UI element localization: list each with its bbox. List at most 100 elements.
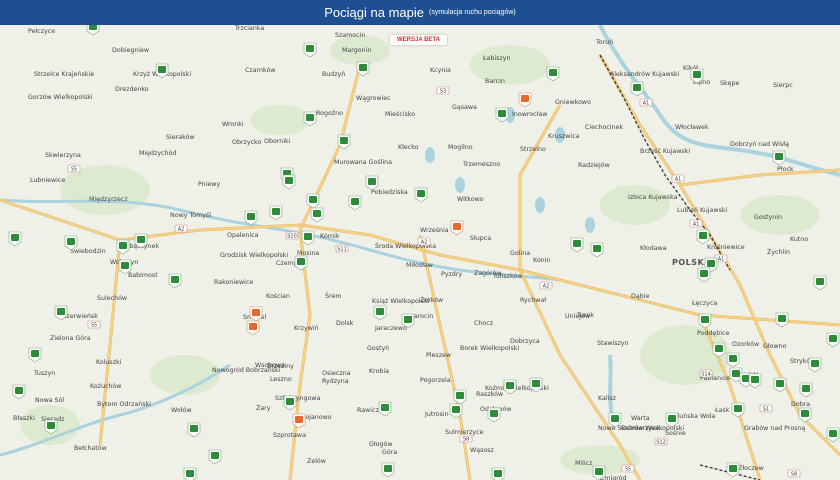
- place-label: Jaraczewo: [374, 325, 407, 332]
- place-label: Głowno: [763, 343, 787, 350]
- place-label: Kożuchów: [90, 382, 121, 390]
- place-label: Aleksandrów Kujawski: [610, 70, 680, 78]
- place-label: Ciechocinek: [585, 124, 623, 131]
- place-label: Konin: [533, 257, 550, 264]
- route-shield: S8: [787, 469, 801, 478]
- place-label: Poddębice: [697, 330, 730, 337]
- svg-text:S11: S11: [337, 247, 347, 253]
- place-label: Opalenica: [227, 232, 259, 239]
- map-land: [0, 25, 840, 480]
- svg-text:S5: S5: [71, 167, 77, 173]
- svg-text:A2: A2: [543, 284, 550, 290]
- place-label: Sieraków: [166, 133, 195, 141]
- place-label: Płock: [777, 166, 794, 173]
- svg-text:S3: S3: [440, 89, 446, 95]
- forest-area: [150, 355, 220, 395]
- place-label: Słupca: [470, 235, 491, 242]
- app-header: Pociągi na mapie (symulacja ruchu pociąg…: [0, 0, 840, 25]
- place-label: Miłosław: [406, 262, 433, 269]
- place-label: Błaszki: [13, 415, 35, 422]
- svg-text:A1: A1: [643, 101, 650, 107]
- place-label: Rogoźno: [316, 109, 343, 117]
- place-label: Wschowa: [255, 362, 285, 369]
- place-label: Sulechów: [97, 294, 127, 302]
- place-label: Murowana Goślina: [334, 158, 392, 166]
- place-label: Tuszyn: [33, 370, 55, 377]
- lake: [535, 197, 545, 213]
- place-label: Chocz: [474, 320, 494, 327]
- place-label: Kościan: [266, 292, 290, 300]
- place-label: Ozorków: [732, 340, 759, 348]
- svg-text:S8: S8: [791, 472, 797, 478]
- train-marker[interactable]: [491, 467, 505, 480]
- svg-text:S8: S8: [463, 437, 469, 443]
- place-label: Radziejów: [578, 161, 610, 169]
- place-label: Koluszki: [96, 359, 122, 366]
- place-label: Jarocin: [411, 313, 433, 320]
- place-label: Rakoniewice: [214, 279, 253, 286]
- route-shield: A1: [671, 174, 685, 183]
- place-label: Zelów: [307, 457, 326, 465]
- place-label: Wronki: [222, 121, 244, 128]
- place-label: Szlichtyngowa: [275, 395, 320, 402]
- lake-jeziorsko: [608, 354, 614, 416]
- forest-area: [250, 105, 310, 135]
- route-shield: A1: [639, 98, 653, 107]
- place-label: Trzcianka: [234, 25, 264, 32]
- train-marker[interactable]: [183, 467, 197, 480]
- place-label: Śrem: [325, 291, 341, 300]
- place-label: Golina: [510, 250, 530, 257]
- svg-text:S12: S12: [656, 440, 666, 446]
- place-label: Nowe Skalmierzyce: [598, 425, 660, 432]
- route-shield: A2: [539, 281, 553, 290]
- place-label: Dobrzyca: [510, 338, 540, 345]
- place-label: Łęczyca: [691, 300, 717, 307]
- place-label: Międzychód: [139, 149, 176, 157]
- place-label: Międzyrzecz: [89, 196, 128, 203]
- place-label: Bojanowo: [301, 414, 332, 421]
- place-label: Kłecko: [398, 144, 419, 151]
- place-label: Września: [420, 226, 449, 234]
- beta-badge: WERSJA BETA: [390, 35, 448, 45]
- place-label: Pyzdry: [441, 271, 462, 278]
- place-label: Rychwał: [520, 297, 546, 304]
- svg-text:A1: A1: [718, 257, 725, 263]
- route-shield: S11: [335, 244, 349, 253]
- forest-area: [470, 45, 550, 85]
- place-label: Lubniewice: [30, 177, 65, 184]
- svg-text:S5: S5: [625, 467, 631, 473]
- place-label: Gniewkowo: [555, 99, 591, 106]
- place-label: Drezdenko: [115, 86, 149, 93]
- place-label: Witkowo: [457, 196, 484, 203]
- map-canvas[interactable]: Pełczyce Dobiegniew Strzelce Krajeńskie Krz…: [0, 25, 840, 480]
- svg-text:A1: A1: [693, 222, 700, 228]
- place-label: Borek Wielkopolski: [460, 345, 519, 352]
- place-label: Bełchatów: [74, 444, 107, 452]
- place-label: Nowa Sól: [35, 396, 64, 404]
- place-label: Lubień Kujawski: [677, 206, 727, 214]
- place-label: Gorzów Wielkopolski: [28, 93, 93, 101]
- place-label: Czarnków: [245, 66, 275, 74]
- place-label: Zielona Góra: [50, 334, 91, 342]
- place-label: Pełczyce: [28, 28, 55, 35]
- place-label: Mieścisko: [385, 110, 415, 118]
- place-label: Dolsk: [336, 320, 354, 327]
- place-label: Margonin: [342, 47, 371, 54]
- place-label: Grabów nad Prosną: [744, 424, 805, 432]
- place-label: Pogorzela: [420, 377, 451, 384]
- svg-text:S10: S10: [287, 234, 297, 240]
- place-label: Szamocin: [335, 32, 365, 39]
- place-label: Osieczna: [322, 370, 351, 377]
- place-label: Skwierzyna: [45, 152, 81, 159]
- place-label: Krzywiń: [294, 324, 319, 332]
- place-label: Grodzisk Wielkopolski: [220, 252, 288, 259]
- place-label: Złoczew: [738, 465, 764, 472]
- route-shield: S5: [67, 164, 81, 173]
- svg-text:A2: A2: [421, 240, 428, 246]
- route-shield: S3: [436, 86, 450, 95]
- svg-text:S14: S14: [701, 372, 711, 378]
- place-label: Jutrosin: [424, 411, 449, 418]
- place-label: Czerwieńsk: [62, 312, 98, 320]
- place-label: Brześć Kujawski: [640, 147, 690, 155]
- place-label: Uniejów: [565, 312, 590, 320]
